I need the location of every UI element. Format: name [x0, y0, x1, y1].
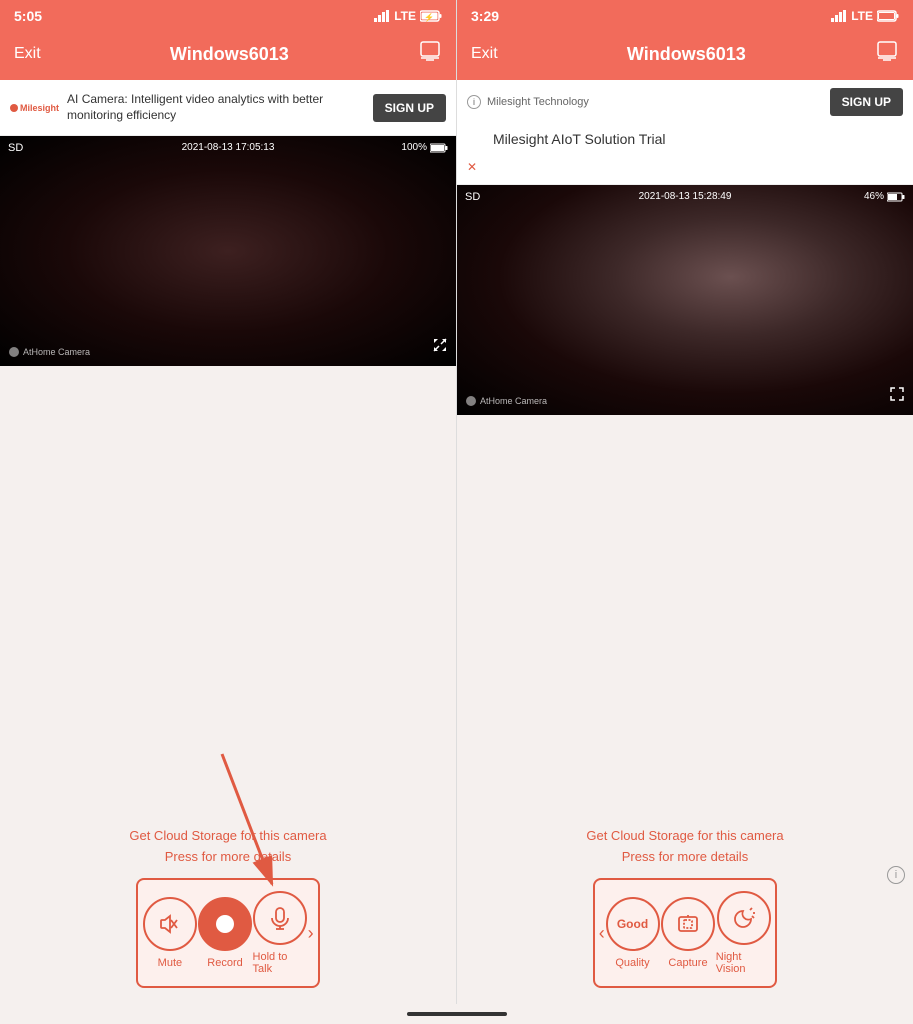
left-header: Exit Windows6013 — [0, 32, 456, 80]
record-button[interactable]: Record — [197, 897, 252, 969]
right-lte-label: LTE — [851, 9, 873, 23]
right-brand: AtHome Camera — [465, 395, 547, 407]
capture-button[interactable]: Capture — [660, 897, 716, 969]
hold-to-talk-label: Hold to Talk — [253, 951, 308, 975]
lte-label: LTE — [394, 9, 416, 23]
right-sd-label: SD — [465, 191, 480, 203]
right-settings-icon[interactable] — [875, 39, 899, 69]
right-header: Exit Windows6013 — [457, 32, 913, 80]
left-timestamp: 2021-08-13 17:05:13 — [182, 142, 275, 153]
home-indicator — [0, 1004, 913, 1024]
right-exit-button[interactable]: Exit — [471, 45, 498, 63]
right-ad-company: Milesight Technology — [487, 96, 589, 108]
left-ad-banner: Milesight AI Camera: Intelligent video a… — [0, 80, 456, 136]
right-battery-icon — [877, 10, 899, 22]
mute-label: Mute — [158, 957, 182, 969]
nav-right-arrow[interactable]: › — [308, 923, 314, 944]
right-timestamp: 2021-08-13 15:28:49 — [639, 191, 732, 202]
ad-info-icon[interactable]: i — [467, 95, 481, 109]
right-camera-feed: SD 2021-08-13 15:28:49 46% AtHome Camera — [457, 185, 913, 415]
right-status-icons: LTE — [831, 9, 899, 23]
ad-close-icon[interactable]: ✕ — [467, 160, 477, 174]
left-panel: 5:05 LTE ⚡ Exit Windows6013 — [0, 0, 457, 1004]
mute-button[interactable]: Mute — [142, 897, 197, 969]
left-expand-icon[interactable] — [432, 337, 448, 358]
left-ad-logo: Milesight — [10, 103, 59, 113]
left-sd-label: SD — [8, 142, 23, 154]
right-time: 3:29 — [471, 8, 499, 24]
right-ad-title: Milesight AIoT Solution Trial — [493, 131, 666, 147]
right-panel: 3:29 LTE Exit Windows6013 — [457, 0, 913, 1004]
arrow-annotation — [192, 744, 312, 904]
right-signup-button[interactable]: SIGN UP — [830, 88, 903, 116]
mute-icon-circle — [143, 897, 197, 951]
quality-button[interactable]: Good Quality — [605, 897, 661, 969]
left-status-icons: LTE ⚡ — [374, 9, 442, 23]
right-expand-icon[interactable] — [889, 386, 905, 407]
left-settings-icon[interactable] — [418, 39, 442, 69]
right-bottom-area: i Get Cloud Storage for this camera Pres… — [457, 415, 913, 1004]
left-camera-feed: SD 2021-08-13 17:05:13 100% AtHome Camer… — [0, 136, 456, 366]
left-time: 5:05 — [14, 8, 42, 24]
capture-label: Capture — [668, 957, 707, 969]
right-status-bar: 3:29 LTE — [457, 0, 913, 32]
left-signup-button[interactable]: SIGN UP — [373, 94, 446, 122]
right-camera-title: Windows6013 — [627, 44, 746, 65]
right-ad-banner: i Milesight Technology SIGN UP Milesight… — [457, 80, 913, 185]
left-bottom-area: Get Cloud Storage for this camera Press … — [0, 366, 456, 1004]
right-controls-bar: ‹ Good Quality — [593, 878, 778, 988]
right-battery-display: 46% — [864, 191, 905, 202]
night-vision-button[interactable]: Night Vision — [716, 891, 772, 975]
left-exit-button[interactable]: Exit — [14, 45, 41, 63]
night-vision-icon-circle — [717, 891, 771, 945]
left-camera-title: Windows6013 — [170, 44, 289, 65]
info-bottom-icon[interactable]: i — [887, 866, 905, 884]
battery-charging-icon: ⚡ — [420, 10, 442, 22]
left-ad-text: AI Camera: Intelligent video analytics w… — [67, 92, 365, 123]
right-signal-icon — [831, 10, 847, 22]
right-cloud-storage-text[interactable]: Get Cloud Storage for this camera Press … — [586, 826, 783, 868]
left-status-bar: 5:05 LTE ⚡ — [0, 0, 456, 32]
left-brand: AtHome Camera — [8, 346, 90, 358]
left-battery-display: 100% — [401, 142, 448, 153]
svg-text:⚡: ⚡ — [424, 12, 434, 22]
quality-icon-circle: Good — [606, 897, 660, 951]
night-vision-label: Night Vision — [716, 951, 772, 975]
record-icon-circle — [198, 897, 252, 951]
capture-icon-circle — [661, 897, 715, 951]
signal-icon — [374, 10, 390, 22]
quality-label: Quality — [615, 957, 649, 969]
home-bar — [407, 1012, 507, 1016]
record-label: Record — [207, 957, 242, 969]
